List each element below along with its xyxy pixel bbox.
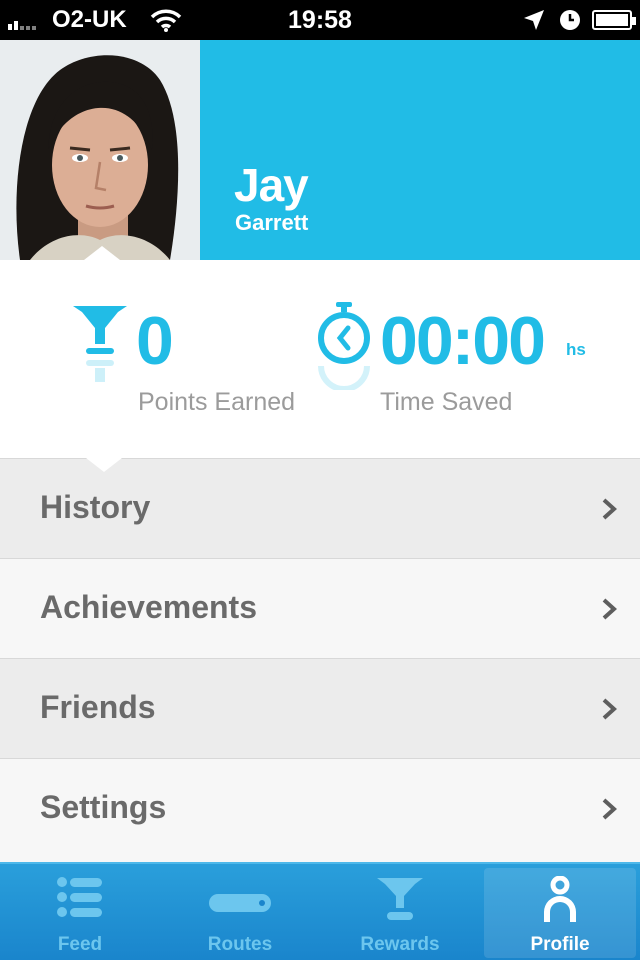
route-icon [160,892,320,914]
menu-item-settings[interactable]: Settings [0,758,640,862]
menu-item-achievements[interactable]: Achievements [0,558,640,658]
location-arrow-icon [522,8,546,37]
tab-routes[interactable]: Routes [160,864,320,960]
profile-header: Jay Garrett [0,40,640,260]
trophy-icon [320,876,480,922]
person-icon [480,876,640,924]
tab-feed[interactable]: Feed [0,864,160,960]
menu-item-label: Achievements [40,589,257,625]
tab-label: Feed [57,934,103,955]
tab-profile[interactable]: Profile [480,864,640,960]
pointer-arrow [84,246,120,260]
chevron-right-icon [600,497,620,526]
time-unit: hs [566,340,586,359]
tab-rewards[interactable]: Rewards [320,864,480,960]
profile-menu: History Achievements Friends Settings [0,458,640,862]
stats-panel: 0 Points Earned 00:00 hs Time Saved [0,246,640,458]
chevron-right-icon [600,697,620,726]
chevron-right-icon [600,597,620,626]
trophy-icon [70,302,130,397]
stopwatch-icon [316,300,372,395]
menu-item-label: Settings [40,789,167,825]
status-bar: O2-UK 19:58 [0,0,640,40]
time-saved-label: Time Saved [380,388,513,416]
avatar[interactable] [0,40,200,260]
time-saved-value: 00:00 [380,303,546,379]
tab-label: Rewards [360,934,440,955]
menu-item-friends[interactable]: Friends [0,658,640,758]
points-label: Points Earned [138,388,296,416]
pointer-arrow [86,458,122,472]
menu-item-label: Friends [40,689,156,725]
battery-icon [592,10,636,30]
points-value: 0 [136,303,174,379]
alarm-clock-icon [558,8,582,37]
menu-item-label: History [40,489,151,525]
profile-first-name: Jay [234,159,309,211]
list-icon [0,876,160,918]
profile-last-name: Garrett [235,210,309,235]
tab-label: Profile [530,934,590,955]
menu-item-history[interactable]: History [0,458,640,558]
tab-label: Routes [207,934,273,955]
tab-bar: Feed Routes Rewards Profile [0,862,640,960]
chevron-right-icon [600,797,620,826]
